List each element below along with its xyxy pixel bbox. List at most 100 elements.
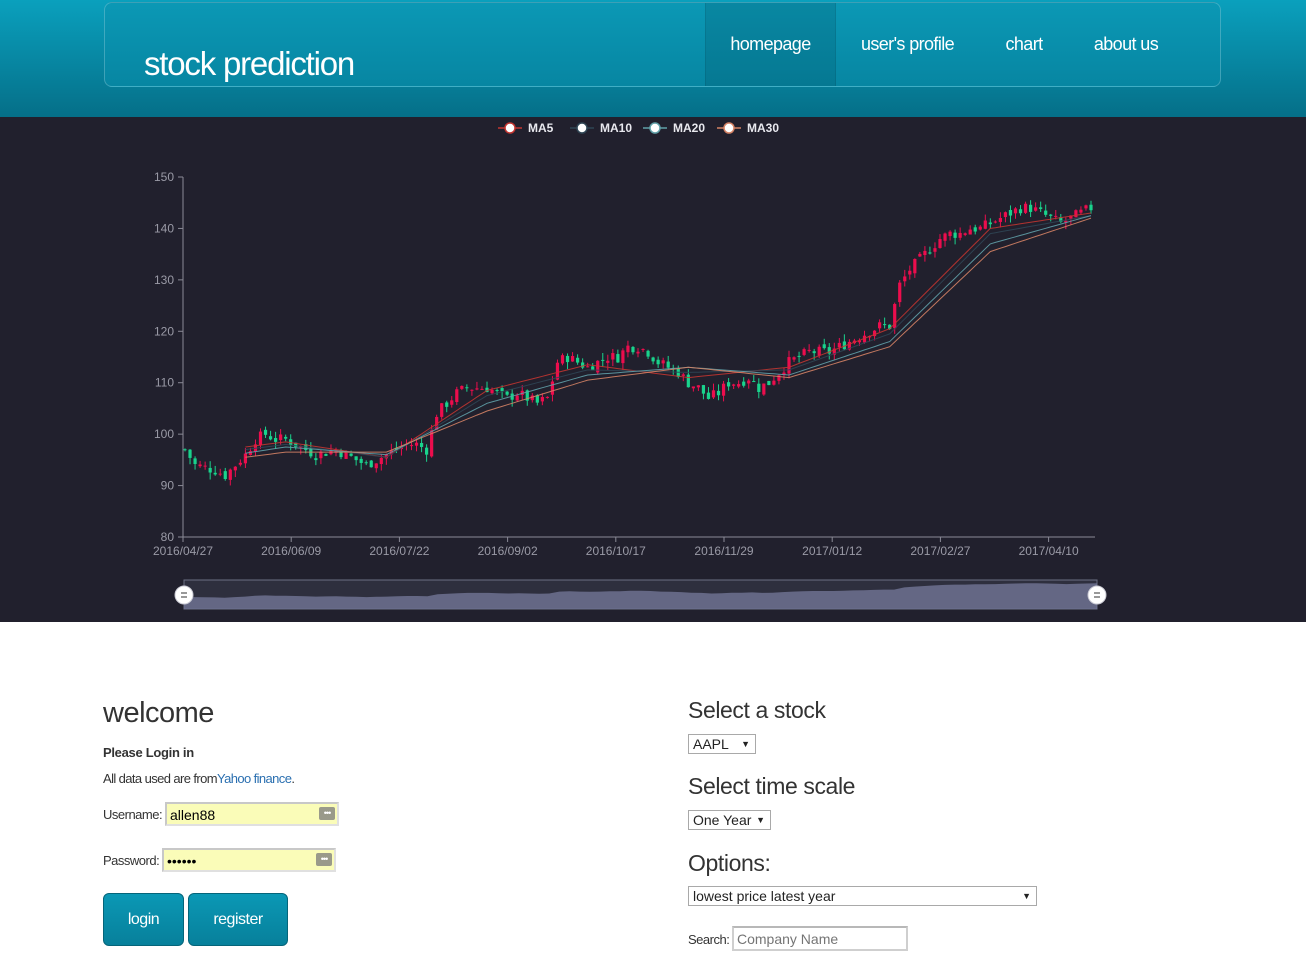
- candle-body: [923, 250, 927, 256]
- candle-body: [183, 449, 187, 451]
- candle-body: [263, 429, 268, 435]
- candle-body: [651, 357, 655, 362]
- candle-body: [727, 382, 731, 387]
- x-tick-label: 2016/11/29: [694, 544, 753, 558]
- candle-body: [460, 385, 464, 389]
- legend-marker: [576, 122, 588, 134]
- candle-body: [772, 380, 776, 385]
- candle-body: [878, 322, 882, 329]
- candle-body: [203, 465, 207, 467]
- nav-users-profile[interactable]: user's profile: [850, 3, 965, 86]
- password-field[interactable]: •••••• •••: [162, 848, 336, 872]
- candle-body: [1018, 209, 1023, 214]
- candle-body: [676, 368, 680, 377]
- candle-body: [359, 458, 363, 463]
- legend-label: MA30: [747, 121, 779, 135]
- candle-body: [414, 442, 419, 446]
- candle-body: [626, 345, 630, 353]
- password-value: ••••••: [167, 853, 197, 869]
- candle-body: [586, 366, 590, 368]
- candle-body: [656, 359, 660, 365]
- candle-body: [681, 374, 685, 376]
- x-tick-label: 2017/02/27: [910, 544, 970, 558]
- stock-select[interactable]: AAPL ▼: [688, 734, 756, 754]
- dropdown-arrow-icon: ▼: [1022, 891, 1031, 901]
- candle-body: [213, 472, 217, 475]
- candle-body: [767, 380, 771, 386]
- y-tick-label: 80: [161, 530, 175, 544]
- username-field[interactable]: allen88 •••: [165, 802, 339, 826]
- chart-legend[interactable]: MA5 MA10 MA20 MA30: [498, 121, 779, 135]
- username-label: Username:: [103, 807, 163, 822]
- candle-body: [953, 232, 957, 238]
- candle-body: [721, 383, 726, 396]
- candle-body: [319, 451, 323, 459]
- candle-body: [349, 453, 353, 456]
- candle-body: [787, 357, 791, 374]
- candle-body: [797, 355, 801, 357]
- candle-body: [606, 360, 610, 363]
- candle-body: [425, 447, 429, 455]
- legend-label: MA5: [528, 121, 554, 135]
- candle-body: [983, 220, 987, 229]
- ma-line-ma10: [245, 215, 1092, 458]
- legend-label: MA20: [673, 121, 705, 135]
- options-select[interactable]: lowest price latest year ▼: [688, 886, 1037, 906]
- candlestick-chart[interactable]: MA5 MA10 MA20 MA30 80 90 100 110 120 130 140 150 20…: [0, 117, 1306, 622]
- datazoom-slider[interactable]: [174, 579, 1107, 610]
- candle-body: [505, 391, 509, 395]
- y-tick-label: 100: [154, 427, 174, 441]
- candle-body: [998, 218, 1002, 222]
- candle-body: [324, 453, 328, 456]
- candle-body: [409, 445, 414, 447]
- moving-averages: [245, 212, 1092, 458]
- candle-body: [938, 239, 942, 248]
- candle-body: [792, 357, 796, 360]
- nav-chart[interactable]: chart: [989, 3, 1059, 86]
- x-tick-label: 2016/10/17: [586, 544, 646, 558]
- candle-body: [1089, 204, 1093, 211]
- password-manager-icon[interactable]: •••: [319, 807, 335, 820]
- candle-body: [1079, 209, 1083, 213]
- candle-body: [274, 438, 278, 442]
- login-subheading: Please Login in: [103, 745, 194, 760]
- password-manager-icon[interactable]: •••: [316, 853, 332, 866]
- candle-body: [933, 248, 937, 252]
- candle-body: [943, 233, 947, 241]
- candle-body: [379, 457, 383, 465]
- candle-body: [268, 436, 273, 440]
- candle-body: [560, 355, 565, 364]
- candle-body: [1039, 207, 1043, 209]
- time-scale-select[interactable]: One Year ▼: [688, 810, 771, 830]
- select-stock-heading: Select a stock: [688, 697, 826, 723]
- candle-body: [188, 449, 192, 458]
- options-heading: Options:: [688, 850, 771, 876]
- zoom-handle-left: [174, 585, 194, 605]
- time-scale-value: One Year: [693, 812, 752, 828]
- candle-body: [1054, 215, 1058, 217]
- candle-body: [465, 387, 469, 389]
- candle-body: [822, 344, 826, 349]
- select-time-heading: Select time scale: [688, 773, 856, 799]
- yahoo-finance-link[interactable]: Yahoo finance: [217, 771, 292, 786]
- legend-marker: [504, 122, 516, 134]
- candle-body: [233, 466, 237, 471]
- candle-body: [737, 384, 741, 387]
- nav-homepage[interactable]: homepage: [705, 3, 836, 86]
- candle-body: [243, 453, 247, 464]
- brand-title[interactable]: stock prediction: [144, 45, 355, 83]
- candle-body: [661, 360, 665, 364]
- search-input[interactable]: [732, 926, 908, 951]
- ma-line-ma20: [245, 215, 1092, 456]
- candle-body: [686, 374, 690, 388]
- register-button[interactable]: register: [188, 893, 288, 946]
- nav-about-us[interactable]: about us: [1083, 3, 1169, 86]
- candle-body: [450, 400, 454, 405]
- candle-body: [490, 390, 494, 394]
- welcome-heading: welcome: [103, 697, 214, 729]
- data-source-suffix: .: [291, 771, 295, 786]
- search-label: Search:: [688, 932, 730, 947]
- y-tick-label: 90: [161, 479, 175, 493]
- candle-body: [631, 346, 635, 353]
- login-button[interactable]: login: [103, 893, 184, 946]
